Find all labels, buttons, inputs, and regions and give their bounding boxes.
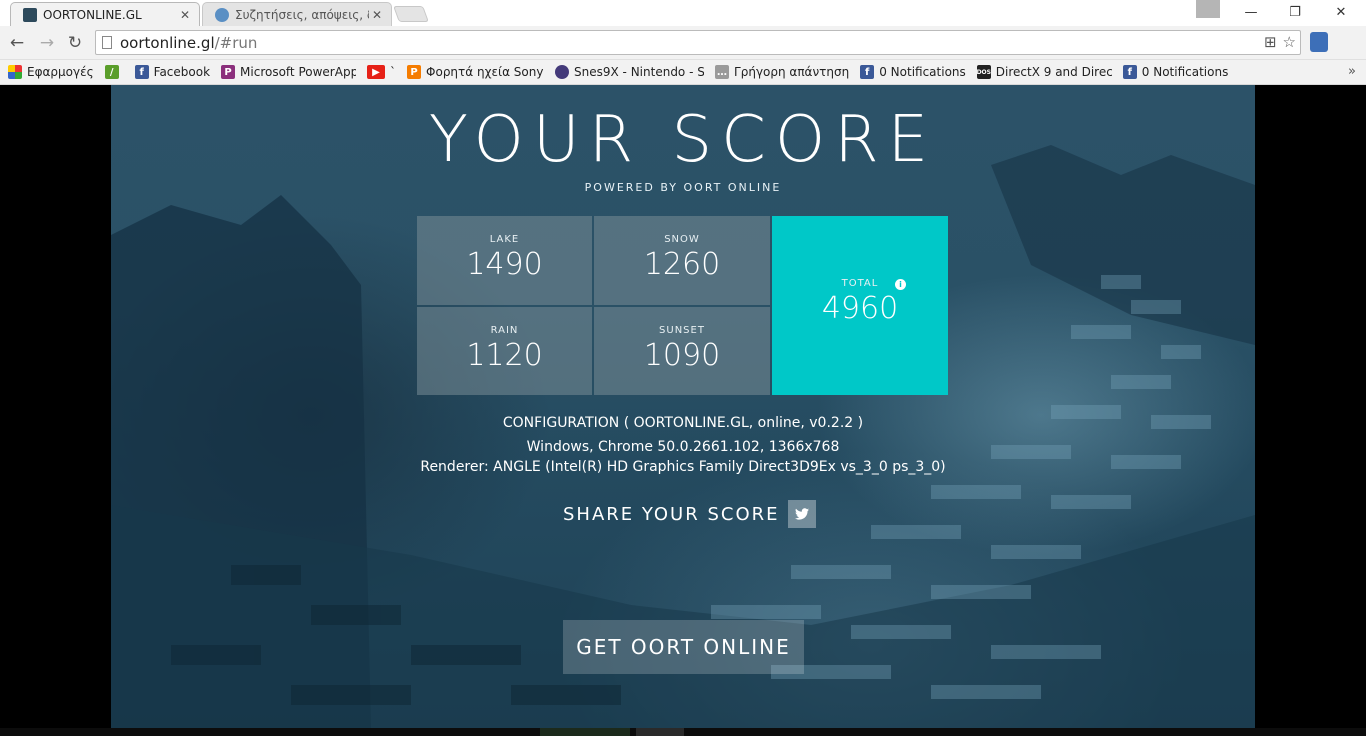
get-oort-online-button[interactable]: GET OORT ONLINE bbox=[563, 620, 804, 674]
youtube-icon: ▶ bbox=[367, 65, 386, 79]
green-bookmark-icon: / bbox=[104, 65, 119, 79]
bookmark-star-icon[interactable]: ☆ bbox=[1283, 33, 1296, 51]
bookmark-green[interactable]: / bbox=[104, 65, 124, 79]
score-sunset: SUNSET 1090 bbox=[594, 307, 770, 395]
bookmark-apps[interactable]: Εφαρμογές bbox=[8, 65, 94, 79]
bookmark-shop[interactable]: P Φορητά ηχεία Sony W bbox=[407, 65, 544, 79]
score-value: 1490 bbox=[466, 247, 543, 282]
tab-strip: OORTONLINE.GL ✕ Συζητήσεις, απόψεις, δια… bbox=[0, 0, 1366, 26]
info-icon[interactable]: i bbox=[895, 279, 906, 290]
forum-icon: … bbox=[715, 65, 730, 79]
new-tab-button[interactable] bbox=[393, 6, 429, 22]
windows-taskbar bbox=[0, 728, 1366, 736]
close-window-icon[interactable]: ✕ bbox=[1318, 0, 1364, 24]
tab-title: OORTONLINE.GL bbox=[43, 7, 142, 22]
bookmark-youtube[interactable]: ▶ ` bbox=[367, 65, 396, 79]
bookmark-facebook[interactable]: f Facebook bbox=[134, 65, 210, 79]
score-rain: RAIN 1120 bbox=[417, 307, 592, 395]
score-label: RAIN bbox=[490, 325, 519, 336]
bookmark-powerapps[interactable]: P Microsoft PowerApps bbox=[221, 65, 356, 79]
shop-icon: P bbox=[407, 65, 422, 79]
back-icon[interactable]: ← bbox=[6, 32, 28, 54]
dos-icon: DOS bbox=[977, 65, 991, 79]
apps-icon bbox=[8, 65, 22, 79]
address-bar[interactable]: oortonline.gl/#run ⊞ ☆ bbox=[95, 30, 1301, 55]
total-value: 4960 bbox=[821, 291, 899, 326]
bookmark-notifications-2[interactable]: f 0 Notifications bbox=[1122, 65, 1228, 79]
score-snow: SNOW 1260 bbox=[594, 216, 770, 305]
tab-close-icon[interactable]: ✕ bbox=[177, 8, 193, 22]
tab-title: Συζητήσεις, απόψεις, διαλ bbox=[235, 7, 369, 22]
facebook-icon: f bbox=[134, 65, 149, 79]
tab-oortonline[interactable]: OORTONLINE.GL ✕ bbox=[10, 2, 200, 26]
score-label: SUNSET bbox=[659, 325, 705, 336]
facebook-icon: f bbox=[1122, 65, 1137, 79]
minimize-icon[interactable]: — bbox=[1228, 0, 1274, 24]
url-text: oortonline.gl/#run bbox=[120, 33, 258, 52]
score-value: 1090 bbox=[643, 338, 721, 373]
score-value: 1120 bbox=[466, 338, 543, 373]
benchmark-background: YOUR SCORE POWERED BY OORT ONLINE LAKE 1… bbox=[111, 85, 1255, 728]
share-label: SHARE YOUR SCORE bbox=[563, 503, 780, 525]
restore-icon[interactable]: ❐ bbox=[1272, 0, 1318, 24]
user-profile-icon[interactable] bbox=[1196, 0, 1220, 18]
twitter-icon bbox=[794, 508, 809, 520]
snes-icon bbox=[555, 65, 570, 79]
oortonline-favicon-icon bbox=[23, 7, 37, 22]
page-title: YOUR SCORE bbox=[428, 103, 938, 177]
score-label: LAKE bbox=[489, 234, 520, 245]
share-section: SHARE YOUR SCORE bbox=[563, 500, 816, 528]
bookmark-notifications-1[interactable]: f 0 Notifications bbox=[860, 65, 966, 79]
powerapps-icon: P bbox=[221, 65, 236, 79]
translate-icon[interactable]: ⊞ bbox=[1264, 33, 1277, 51]
reload-icon[interactable]: ↻ bbox=[64, 32, 86, 54]
twitter-share-button[interactable] bbox=[787, 500, 816, 528]
facebook-icon: f bbox=[860, 65, 875, 79]
configuration-heading: CONFIGURATION ( OORTONLINE.GL, online, v… bbox=[502, 415, 864, 431]
powered-by-label: POWERED BY OORT ONLINE bbox=[584, 181, 782, 194]
bookmark-forum[interactable]: … Γρήγορη απάντηση bbox=[715, 65, 849, 79]
renderer-info: Renderer: ANGLE (Intel(R) HD Graphics Fa… bbox=[420, 459, 946, 475]
bookmark-directx[interactable]: DOS DirectX 9 and Direct P bbox=[977, 65, 1112, 79]
system-info: Windows, Chrome 50.0.2661.102, 1366x768 bbox=[526, 439, 840, 455]
tab-close-icon[interactable]: ✕ bbox=[369, 8, 385, 22]
bookmarks-bar: Εφαρμογές / f Facebook P Microsoft Power… bbox=[0, 60, 1366, 85]
score-total: TOTAL 4960 i bbox=[772, 216, 948, 395]
browser-toolbar: ← → ↻ oortonline.gl/#run ⊞ ☆ ≡ bbox=[0, 26, 1366, 77]
bookmark-snes[interactable]: Snes9X - Nintendo - S bbox=[555, 65, 704, 79]
total-label: TOTAL bbox=[841, 278, 879, 289]
forward-icon[interactable]: → bbox=[36, 32, 58, 54]
bookmarks-overflow-icon[interactable]: » bbox=[1348, 64, 1356, 79]
forum-favicon-icon bbox=[215, 7, 229, 22]
taskbar-item[interactable] bbox=[636, 728, 684, 736]
taskbar-item[interactable] bbox=[540, 728, 630, 736]
page-icon bbox=[102, 36, 112, 49]
score-value: 1260 bbox=[643, 247, 721, 282]
page-viewport: YOUR SCORE POWERED BY OORT ONLINE LAKE 1… bbox=[0, 85, 1366, 728]
score-label: SNOW bbox=[664, 234, 700, 245]
score-lake: LAKE 1490 bbox=[417, 216, 592, 305]
extension-icon[interactable] bbox=[1310, 32, 1328, 52]
tab-forum[interactable]: Συζητήσεις, απόψεις, διαλ ✕ bbox=[202, 2, 392, 26]
